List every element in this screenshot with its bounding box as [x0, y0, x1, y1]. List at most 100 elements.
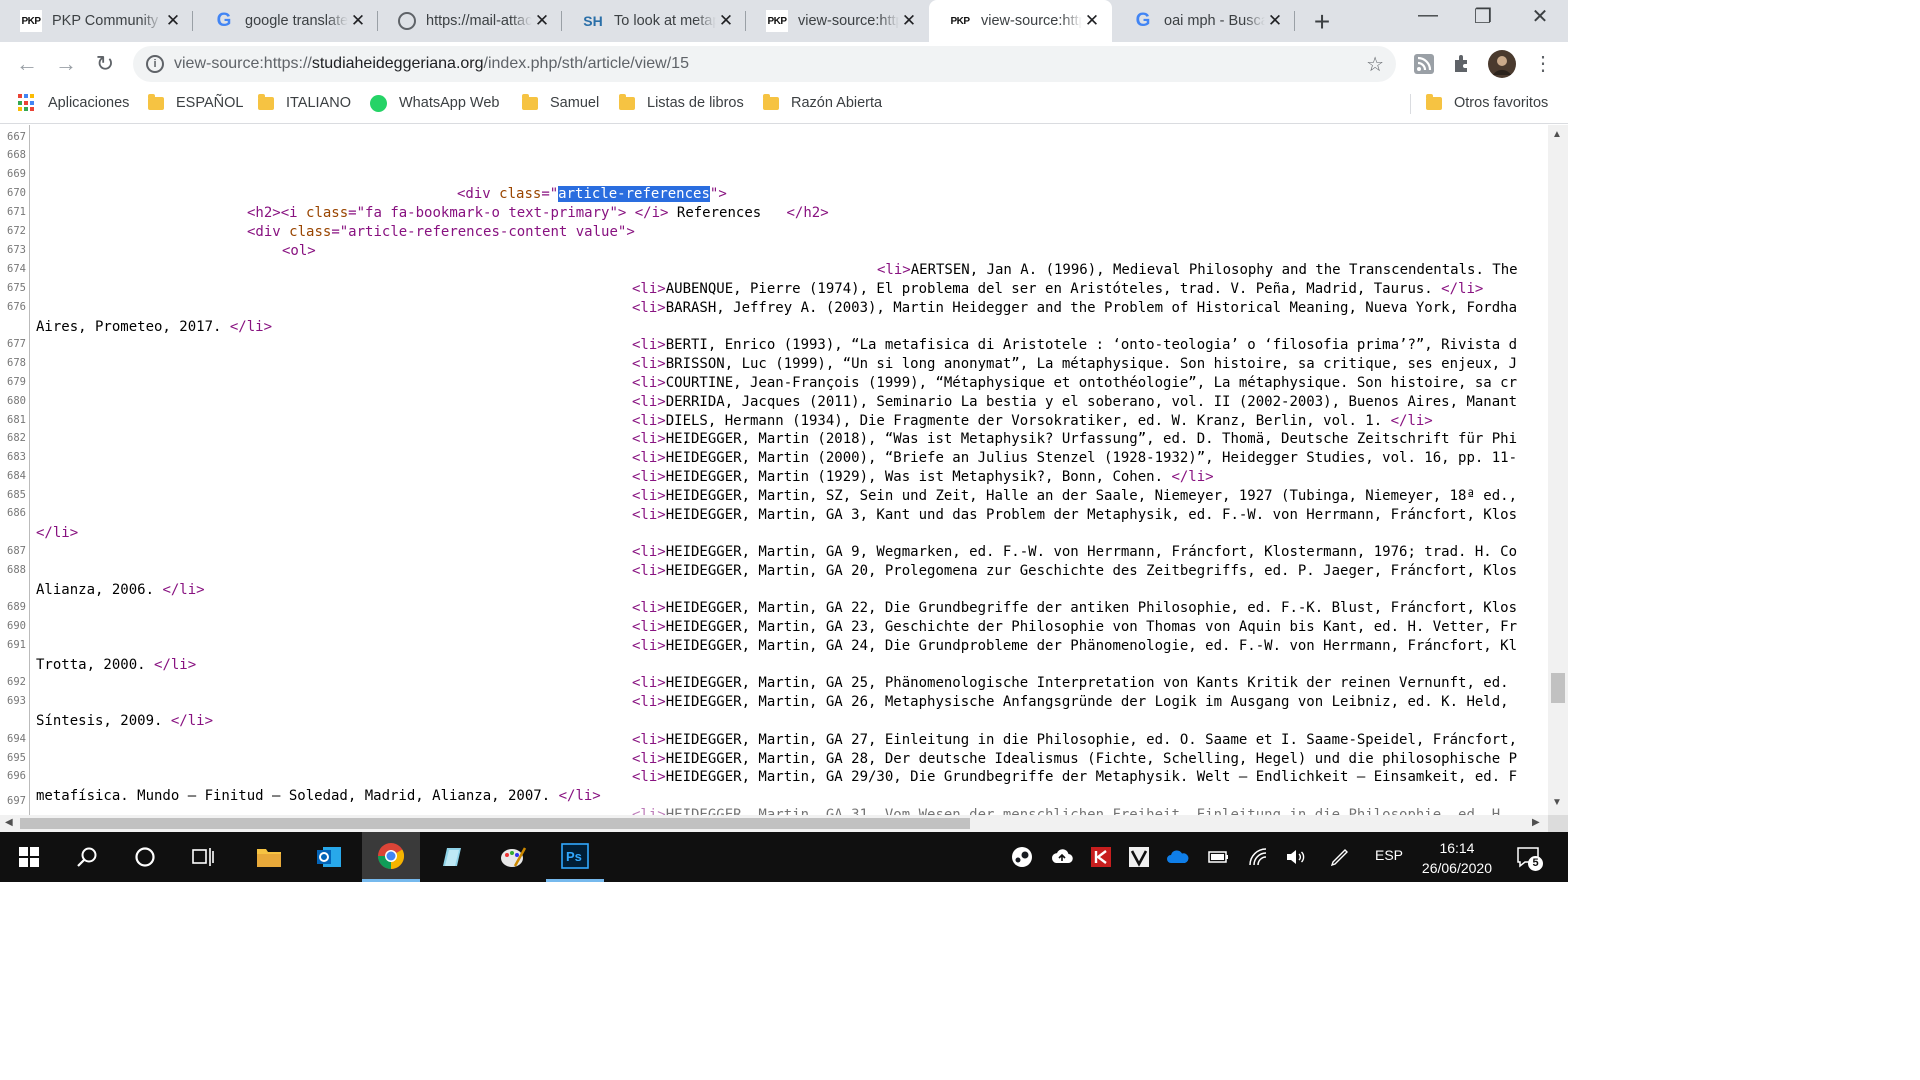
reference-wrap-line[interactable]: metafísica. Mundo – Finitud – Soledad, M…	[36, 788, 601, 804]
pen-icon[interactable]	[1328, 845, 1352, 869]
notes-app-button[interactable]	[422, 832, 480, 882]
reference-line[interactable]: <li>AERTSEN, Jan A. (1996), Medieval Phi…	[877, 262, 1518, 278]
code-line-673[interactable]: <ol>	[282, 243, 316, 259]
reference-line[interactable]: <li>HEIDEGGER, Martin, GA 25, Phänomenol…	[632, 675, 1509, 691]
tab-close-icon[interactable]: ✕	[348, 11, 368, 31]
reference-line[interactable]: <li>HEIDEGGER, Martin (2000), “Briefe an…	[632, 450, 1517, 466]
reference-wrap-line[interactable]: Trotta, 2000. </li>	[36, 657, 196, 673]
tab-pkp-community[interactable]: PKP PKP Community ✕	[0, 0, 193, 42]
bookmark-star-icon[interactable]: ☆	[1366, 52, 1384, 77]
cloud-upload-icon[interactable]	[1050, 845, 1074, 869]
reference-wrap-line[interactable]: </li>	[36, 525, 78, 541]
reference-line[interactable]: <li>HEIDEGGER, Martin, GA 26, Metaphysis…	[632, 694, 1509, 710]
reference-line[interactable]: <li>HEIDEGGER, Martin, GA 27, Einleitung…	[632, 732, 1517, 748]
bookmark-apps[interactable]: Aplicaciones	[18, 86, 129, 120]
bookmark-whatsapp[interactable]: WhatsApp Web	[370, 86, 499, 120]
cortana-button[interactable]	[116, 832, 174, 882]
bookmark-samuel[interactable]: Samuel	[522, 86, 599, 120]
photoshop-button[interactable]: Ps	[546, 832, 604, 882]
wifi-icon[interactable]	[1246, 845, 1270, 869]
back-button[interactable]: ←	[12, 49, 42, 79]
start-button[interactable]	[0, 832, 58, 882]
tab-close-icon[interactable]: ✕	[163, 11, 183, 31]
url-text[interactable]: view-source:https://studiaheideggeriana.…	[174, 55, 689, 73]
minimize-button[interactable]: —	[1413, 4, 1443, 27]
antivirus-icon[interactable]	[1089, 845, 1113, 869]
tab-close-icon[interactable]: ✕	[532, 11, 552, 31]
code-line-672[interactable]: <div class="article-references-content v…	[247, 224, 635, 240]
tab-to-look-at[interactable]: SH To look at metaphysics ✕	[562, 0, 746, 42]
reference-line[interactable]: <li>HEIDEGGER, Martin, GA 24, Die Grundp…	[632, 638, 1517, 654]
vertical-scrollbar[interactable]: ▲ ▼	[1548, 125, 1568, 815]
reference-wrap-line[interactable]: Síntesis, 2009. </li>	[36, 713, 213, 729]
scroll-left-arrow-icon[interactable]: ◀	[5, 817, 13, 828]
selected-text[interactable]: article-references	[558, 186, 710, 202]
scroll-right-arrow-icon[interactable]: ▶	[1532, 817, 1540, 828]
tab-oai-mph[interactable]: G oai mph - Buscar con Google ✕	[1112, 0, 1295, 42]
reference-line[interactable]: <li>BRISSON, Luc (1999), “Un si long ano…	[632, 356, 1517, 372]
new-tab-button[interactable]: +	[1308, 6, 1336, 38]
reference-line[interactable]: <li>HEIDEGGER, Martin, GA 29/30, Die Gru…	[632, 769, 1517, 785]
reference-line[interactable]: <li>HEIDEGGER, Martin, GA 9, Wegmarken, …	[632, 544, 1517, 560]
bookmark-italiano[interactable]: ITALIANO	[258, 86, 351, 120]
close-window-button[interactable]: ✕	[1525, 4, 1555, 29]
tab-close-icon[interactable]: ✕	[1082, 11, 1102, 31]
forward-button[interactable]: →	[51, 49, 81, 79]
extensions-puzzle-icon[interactable]	[1450, 51, 1476, 77]
battery-icon[interactable]	[1206, 845, 1230, 869]
tab-close-icon[interactable]: ✕	[716, 11, 736, 31]
menu-icon[interactable]: ⋮	[1528, 49, 1558, 79]
reference-line[interactable]: <li>HEIDEGGER, Martin, GA 3, Kant und da…	[632, 507, 1517, 523]
system-clock[interactable]: 16:14 26/06/2020	[1422, 838, 1492, 878]
steam-icon[interactable]	[1010, 845, 1034, 869]
reference-line[interactable]: <li>BARASH, Jeffrey A. (2003), Martin He…	[632, 300, 1517, 316]
outlook-button[interactable]	[300, 832, 358, 882]
bookmark-espanol[interactable]: ESPAÑOL	[148, 86, 243, 120]
scroll-up-arrow-icon[interactable]: ▲	[1552, 129, 1562, 140]
tab-google-translate[interactable]: G google translate ✕	[193, 0, 378, 42]
search-button[interactable]	[58, 832, 116, 882]
reference-line[interactable]: <li>HEIDEGGER, Martin (1929), Was ist Me…	[632, 469, 1214, 485]
reference-line[interactable]: <li>HEIDEGGER, Martin, SZ, Sein und Zeit…	[632, 488, 1517, 504]
reference-line[interactable]: <li>HEIDEGGER, Martin, GA 22, Die Grundb…	[632, 600, 1517, 616]
onedrive-icon[interactable]	[1166, 845, 1190, 869]
tab-close-icon[interactable]: ✕	[1265, 11, 1285, 31]
tab-close-icon[interactable]: ✕	[899, 11, 919, 31]
address-bar[interactable]: i view-source:https://studiaheideggerian…	[133, 46, 1396, 82]
tab-mail-attachment[interactable]: https://mail-attachment ✕	[378, 0, 562, 42]
reference-wrap-line[interactable]: Alianza, 2006. </li>	[36, 582, 205, 598]
reference-line[interactable]: <li>HEIDEGGER, Martin, GA 23, Geschichte…	[632, 619, 1517, 635]
horizontal-scroll-thumb[interactable]	[20, 818, 970, 829]
restore-button[interactable]: ❐	[1468, 4, 1498, 29]
reference-line[interactable]: <li>AUBENQUE, Pierre (1974), El problema…	[632, 281, 1483, 297]
bookmark-razon-abierta[interactable]: Razón Abierta	[763, 86, 882, 120]
reference-line[interactable]: <li>HEIDEGGER, Martin (2018), “Was ist M…	[632, 431, 1517, 447]
vertical-scroll-thumb[interactable]	[1551, 673, 1565, 703]
reference-line[interactable]: <li>COURTINE, Jean-François (1999), “Mét…	[632, 375, 1517, 391]
tab-view-source-active[interactable]: PKP view-source:https:// ✕	[929, 0, 1112, 42]
reference-line[interactable]: <li>BERTI, Enrico (1993), “La metafisica…	[632, 337, 1517, 353]
reference-wrap-line[interactable]: Aires, Prometeo, 2017. </li>	[36, 319, 272, 335]
tab-view-source-1[interactable]: PKP view-source:https:// ✕	[746, 0, 929, 42]
code-line-671[interactable]: <h2><i class="fa fa-bookmark-o text-prim…	[247, 205, 829, 221]
file-explorer-button[interactable]	[240, 832, 298, 882]
bookmark-otros-favoritos[interactable]: Otros favoritos	[1426, 86, 1548, 120]
scroll-down-arrow-icon[interactable]: ▼	[1552, 797, 1562, 808]
reference-line[interactable]: <li>DIELS, Hermann (1934), Die Fragmente…	[632, 413, 1433, 429]
reference-line[interactable]: <li>DERRIDA, Jacques (2011), Seminario L…	[632, 394, 1517, 410]
bookmark-listas[interactable]: Listas de libros	[619, 86, 744, 120]
reload-button[interactable]: ↻	[90, 49, 120, 79]
info-icon[interactable]: i	[146, 55, 164, 73]
chrome-button[interactable]	[362, 832, 420, 882]
rss-extension-icon[interactable]	[1411, 51, 1437, 77]
action-center-button[interactable]: 5	[1516, 844, 1543, 871]
volume-icon[interactable]	[1284, 845, 1308, 869]
profile-avatar[interactable]	[1488, 50, 1516, 78]
input-language[interactable]: ESP	[1375, 847, 1403, 863]
vectorworks-icon[interactable]	[1127, 845, 1151, 869]
task-view-button[interactable]	[174, 832, 232, 882]
horizontal-scrollbar[interactable]: ◀ ▶	[0, 815, 1548, 832]
paint-button[interactable]	[484, 832, 542, 882]
reference-line[interactable]: <li>HEIDEGGER, Martin, GA 31, Vom Wesen …	[632, 807, 1509, 815]
reference-line[interactable]: <li>HEIDEGGER, Martin, GA 28, Der deutsc…	[632, 751, 1517, 767]
